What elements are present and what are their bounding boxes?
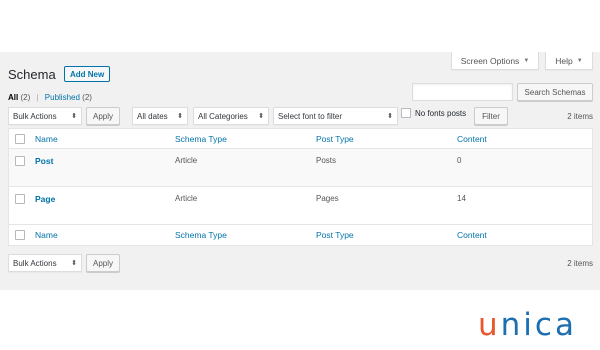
row-checkbox[interactable] [15, 156, 25, 166]
table-header-row: Name Schema Type Post Type Content [9, 129, 592, 149]
screen-options-button[interactable]: Screen Options ▼ [451, 52, 539, 70]
column-header-schema-type[interactable]: Schema Type [175, 134, 227, 144]
search-input[interactable] [412, 83, 513, 101]
filter-separator: | [36, 93, 39, 102]
bulk-actions-select-top[interactable]: Bulk Actions ⬍ [8, 107, 82, 125]
row-content: 0 [457, 156, 462, 165]
logo-letter-u: u [478, 307, 501, 343]
row-content: 14 [457, 194, 466, 203]
dates-select[interactable]: All dates ⬍ [132, 107, 188, 125]
row-post-type: Posts [316, 156, 337, 165]
table-row: Page Article Pages 14 [9, 187, 592, 225]
select-all-checkbox[interactable] [15, 134, 25, 144]
categories-select[interactable]: All Categories ⬍ [193, 107, 269, 125]
bulk-actions-select-bottom[interactable]: Bulk Actions ⬍ [8, 254, 82, 272]
caret-down-icon: ▼ [576, 57, 583, 64]
page-title: Schema [8, 67, 56, 82]
select-arrow-icon: ⬍ [258, 113, 264, 120]
row-schema-type: Article [175, 194, 198, 203]
select-all-checkbox-footer[interactable] [15, 230, 25, 240]
column-header-content[interactable]: Content [457, 134, 487, 144]
caret-down-icon: ▼ [523, 57, 530, 64]
apply-button-bottom[interactable]: Apply [86, 254, 120, 272]
status-filter-links: All (2) | Published (2) [8, 93, 92, 102]
apply-button-top[interactable]: Apply [86, 107, 120, 125]
select-arrow-icon: ⬍ [71, 113, 77, 120]
no-fonts-posts-checkbox[interactable] [401, 108, 411, 118]
screen-options-label: Screen Options [460, 55, 520, 66]
item-count-bottom: 2 items [567, 259, 593, 268]
help-label: Help [555, 55, 573, 66]
font-filter-select[interactable]: Select font to filter ⬍ [273, 107, 398, 125]
font-filter-value: Select font to filter [278, 111, 343, 121]
column-footer-content[interactable]: Content [457, 230, 487, 240]
select-arrow-icon: ⬍ [71, 260, 77, 267]
schema-table: Name Schema Type Post Type Content Post … [8, 128, 593, 246]
row-name-link[interactable]: Post [35, 156, 53, 166]
filter-published-link[interactable]: Published [45, 93, 80, 102]
row-schema-type: Article [175, 156, 198, 165]
filter-all-link[interactable]: All [8, 93, 18, 102]
filter-all-count: (2) [20, 93, 31, 102]
column-header-post-type[interactable]: Post Type [316, 134, 354, 144]
search-schemas-button[interactable]: Search Schemas [517, 83, 593, 101]
table-footer-row: Name Schema Type Post Type Content [9, 225, 592, 245]
admin-content: Screen Options ▼ Help ▼ Schema Add New A… [0, 52, 600, 290]
column-footer-name[interactable]: Name [35, 230, 58, 240]
column-footer-post-type[interactable]: Post Type [316, 230, 354, 240]
no-fonts-posts-label: No fonts posts [415, 108, 467, 118]
item-count-top: 2 items [567, 112, 593, 121]
row-post-type: Pages [316, 194, 339, 203]
help-button[interactable]: Help ▼ [545, 52, 593, 70]
select-arrow-icon: ⬍ [177, 113, 183, 120]
table-row: Post Article Posts 0 [9, 149, 592, 187]
filter-button[interactable]: Filter [474, 107, 508, 125]
categories-value: All Categories [198, 111, 248, 121]
no-fonts-posts-option: No fonts posts [401, 108, 466, 118]
unica-logo: u nica [478, 305, 577, 341]
dates-value: All dates [137, 111, 168, 121]
add-new-button[interactable]: Add New [64, 66, 111, 82]
row-checkbox[interactable] [15, 194, 25, 204]
bulk-actions-value: Bulk Actions [13, 258, 57, 268]
column-footer-schema-type[interactable]: Schema Type [175, 230, 227, 240]
filter-published-count: (2) [82, 93, 92, 102]
select-arrow-icon: ⬍ [387, 113, 393, 120]
row-name-link[interactable]: Page [35, 194, 55, 204]
logo-letters-nica: nica [500, 307, 577, 343]
column-header-name[interactable]: Name [35, 134, 58, 144]
bulk-actions-value: Bulk Actions [13, 111, 57, 121]
